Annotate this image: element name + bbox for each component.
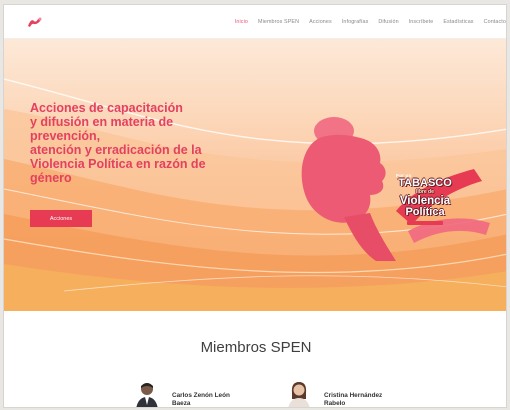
member-card[interactable]: Carlos Zenón León Baeza <box>134 379 230 407</box>
badge-line-tabasco: TABASCO <box>398 177 452 189</box>
campaign-badge: Por un TABASCO libre de Violencia Políti… <box>392 173 458 263</box>
man-portrait-icon <box>134 379 160 407</box>
nav-item-difusion[interactable]: Difusión <box>378 19 398 25</box>
avatar <box>286 379 312 407</box>
nav-item-acciones[interactable]: Acciones <box>309 19 332 25</box>
member-card[interactable]: Cristina Hernández Rabelo <box>286 379 383 407</box>
nav-menu: Inicio Miembros SPEN Acciones Infografía… <box>235 5 506 39</box>
member-name: Carlos Zenón León Baeza <box>172 392 230 407</box>
avatar <box>134 379 160 407</box>
nav-item-infografias[interactable]: Infografías <box>342 19 369 25</box>
badge-ribbon-bar <box>407 221 443 225</box>
nav-item-estadisticas[interactable]: Estadísticas <box>443 19 473 25</box>
acciones-button[interactable]: Acciones <box>30 210 92 227</box>
members-section: Miembros SPEN Carlos Zenón León Baeza Cr… <box>4 311 506 407</box>
nav-item-contacto[interactable]: Contacto <box>484 19 506 25</box>
hero-banner: Acciones de capacitación y difusión en m… <box>4 39 506 311</box>
ribbon-logo-icon[interactable] <box>26 16 44 28</box>
nav-item-miembros-spen[interactable]: Miembros SPEN <box>258 19 299 25</box>
woman-portrait-icon <box>286 379 312 407</box>
hero-title: Acciones de capacitación y difusión en m… <box>30 101 206 185</box>
nav-item-inicio[interactable]: Inicio <box>235 19 248 25</box>
browser-page: Inicio Miembros SPEN Acciones Infografía… <box>3 4 507 408</box>
badge-line-politica: Política <box>405 206 445 218</box>
members-title: Miembros SPEN <box>200 339 312 356</box>
member-name: Cristina Hernández Rabelo <box>324 392 383 407</box>
top-navbar: Inicio Miembros SPEN Acciones Infografía… <box>4 5 506 39</box>
nav-item-inscribete[interactable]: Inscríbete <box>409 19 434 25</box>
